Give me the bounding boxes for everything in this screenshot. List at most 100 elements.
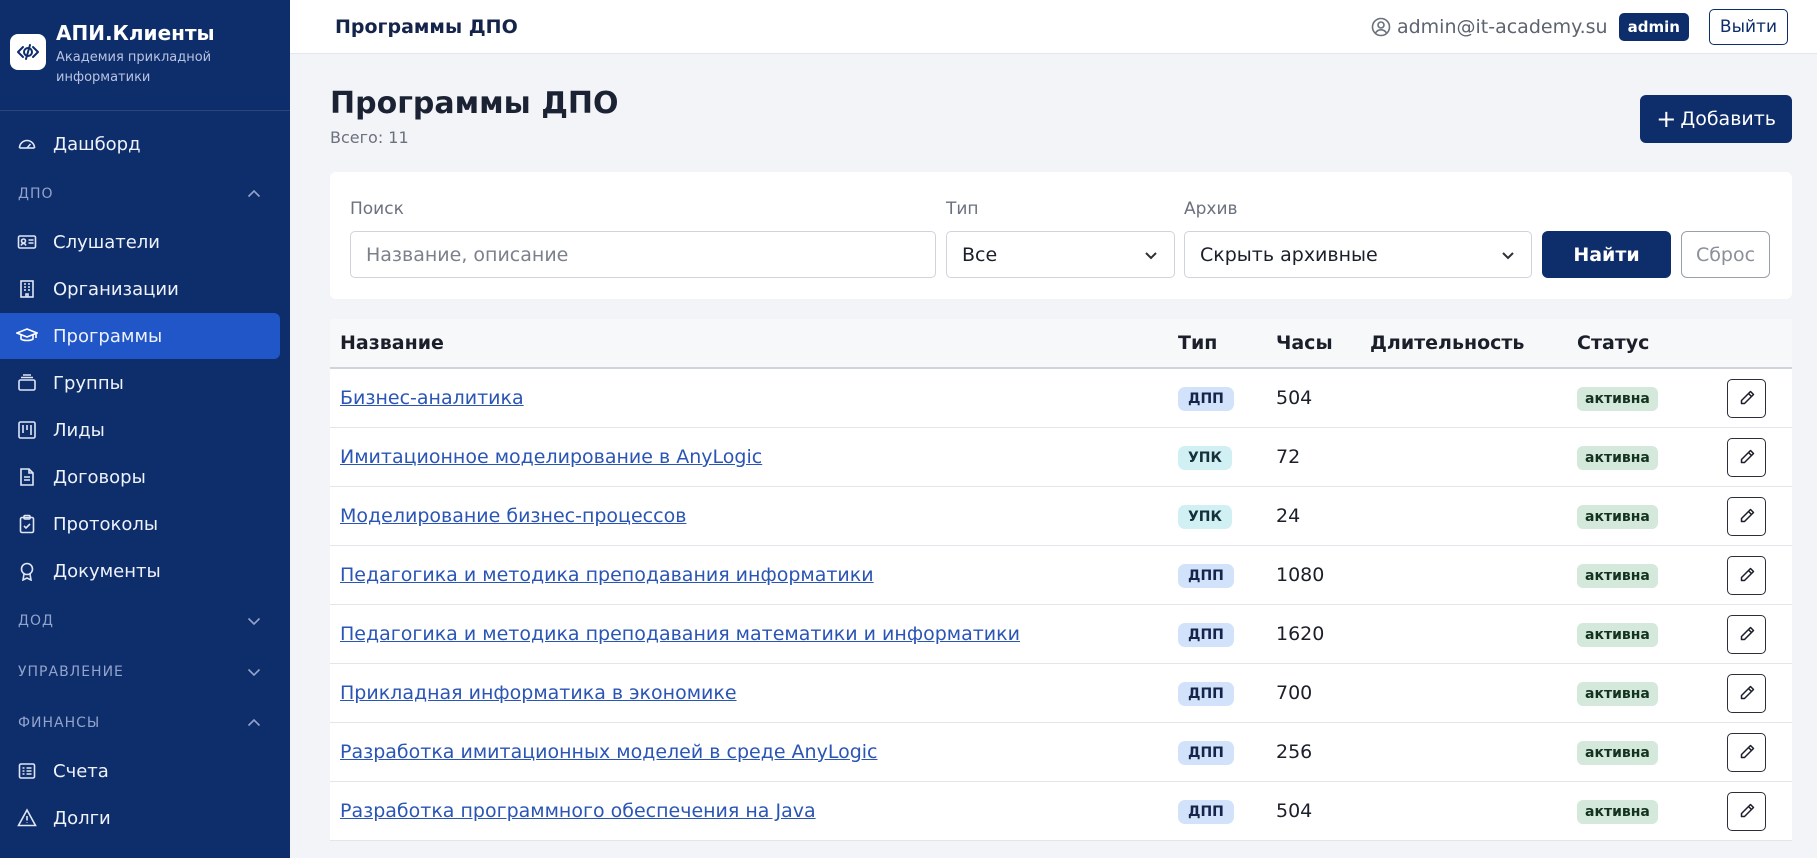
- type-badge: ДПП: [1178, 681, 1234, 706]
- type-select[interactable]: Все: [946, 231, 1175, 278]
- edit-button[interactable]: [1727, 614, 1766, 654]
- sidebar-item-label: Счета: [53, 760, 109, 782]
- table-body: Бизнес-аналитика ДПП 504 активна Имитационно…: [330, 369, 1792, 841]
- type-badge: ДПП: [1178, 563, 1234, 588]
- pencil-icon: [1738, 389, 1756, 407]
- brand[interactable]: АПИ.Клиенты Академия прикладной информат…: [0, 0, 290, 111]
- sidebar-section-label: ДОД: [18, 612, 54, 629]
- status-badge: активна: [1577, 445, 1658, 470]
- sidebar-section-label: УПРАВЛЕНИЕ: [18, 663, 124, 680]
- pencil-icon: [1738, 743, 1756, 761]
- sidebar-nav: Дашборд ДПО Слушатели Организации Программы Г…: [0, 111, 290, 841]
- program-name-link[interactable]: Прикладная информатика в экономике: [340, 682, 737, 704]
- logout-button[interactable]: Выйти: [1708, 8, 1788, 45]
- status-badge: активна: [1577, 386, 1658, 411]
- edit-button[interactable]: [1727, 732, 1766, 772]
- type-badge: ДПП: [1178, 622, 1234, 647]
- column-header-type[interactable]: Тип: [1178, 332, 1276, 354]
- sidebar-item-8[interactable]: Протоколы: [0, 501, 280, 547]
- sidebar-item-6[interactable]: Лиды: [0, 407, 280, 453]
- add-program-button[interactable]: + Добавить: [1640, 95, 1792, 143]
- search-label: Поиск: [350, 199, 404, 219]
- sidebar-section-12[interactable]: ФИНАНСЫ: [0, 697, 290, 748]
- sidebar: АПИ.Клиенты Академия прикладной информат…: [0, 0, 290, 858]
- status-badge: активна: [1577, 681, 1658, 706]
- pencil-icon: [1738, 625, 1756, 643]
- sidebar-item-14[interactable]: Долги: [0, 795, 280, 841]
- type-badge: УПК: [1178, 445, 1232, 470]
- edit-button[interactable]: [1727, 555, 1766, 595]
- sidebar-item-label: Группы: [53, 372, 124, 394]
- find-button[interactable]: Найти: [1542, 231, 1671, 278]
- sidebar-item-5[interactable]: Группы: [0, 360, 280, 406]
- status-badge: активна: [1577, 622, 1658, 647]
- edit-button[interactable]: [1727, 496, 1766, 536]
- sidebar-section-label: ДПО: [18, 185, 54, 202]
- chevron-down-icon: [1500, 247, 1516, 263]
- chevron-up-icon: [246, 715, 262, 731]
- program-name-link[interactable]: Моделирование бизнес-процессов: [340, 505, 686, 527]
- invoice-icon: [16, 760, 38, 782]
- edit-button[interactable]: [1727, 437, 1766, 477]
- hours-cell: 72: [1276, 446, 1301, 468]
- program-name-link[interactable]: Педагогика и методика преподавания матем…: [340, 623, 1020, 645]
- column-header-name[interactable]: Название: [330, 332, 1178, 354]
- status-badge: активна: [1577, 740, 1658, 765]
- table-row: Моделирование бизнес-процессов УПК 24 актив…: [330, 487, 1792, 546]
- topbar-title: Программы ДПО: [335, 15, 518, 38]
- total-count: Всего: 11: [330, 128, 409, 147]
- program-name-link[interactable]: Имитационное моделирование в AnyLogic: [340, 446, 762, 468]
- main-content: Программы ДПО Всего: 11 + Добавить Поиск…: [330, 54, 1792, 841]
- programs-table: Название Тип Часы Длительность Статус Би…: [330, 319, 1792, 841]
- reset-button[interactable]: Сброс: [1681, 231, 1770, 278]
- type-badge: УПК: [1178, 504, 1232, 529]
- sidebar-section-11[interactable]: УПРАВЛЕНИЕ: [0, 646, 290, 697]
- hours-cell: 24: [1276, 505, 1301, 527]
- table-row: Педагогика и методика преподавания инфор…: [330, 546, 1792, 605]
- program-name-link[interactable]: Бизнес-аналитика: [340, 387, 524, 409]
- document-icon: [16, 466, 38, 488]
- pencil-icon: [1738, 684, 1756, 702]
- edit-button[interactable]: [1727, 673, 1766, 713]
- column-header-duration[interactable]: Длительность: [1370, 332, 1577, 354]
- sidebar-item-13[interactable]: Счета: [0, 748, 280, 794]
- sidebar-section-1[interactable]: ДПО: [0, 168, 290, 219]
- sidebar-item-0[interactable]: Дашборд: [0, 121, 280, 167]
- search-placeholder: Название, описание: [366, 243, 569, 266]
- type-label: Тип: [946, 199, 979, 219]
- sidebar-item-label: Лиды: [53, 419, 105, 441]
- brand-title: АПИ.Клиенты: [56, 21, 215, 45]
- brand-logo-icon: [10, 34, 46, 70]
- search-input[interactable]: Название, описание: [350, 231, 936, 278]
- add-button-label: Добавить: [1680, 108, 1776, 130]
- type-badge: ДПП: [1178, 386, 1234, 411]
- edit-button[interactable]: [1727, 378, 1766, 418]
- column-header-status[interactable]: Статус: [1577, 332, 1727, 354]
- user-email: admin@it-academy.su: [1396, 15, 1608, 38]
- page-title: Программы ДПО: [330, 86, 619, 121]
- sidebar-item-label: Дашборд: [53, 133, 141, 155]
- hours-cell: 504: [1276, 387, 1313, 409]
- hours-cell: 504: [1276, 800, 1313, 822]
- hours-cell: 700: [1276, 682, 1313, 704]
- chevron-down-icon: [246, 613, 262, 629]
- sidebar-item-3[interactable]: Организации: [0, 266, 280, 312]
- sidebar-item-label: Документы: [53, 560, 161, 582]
- user-circle-icon: [1371, 17, 1391, 37]
- sidebar-section-10[interactable]: ДОД: [0, 595, 290, 646]
- program-name-link[interactable]: Педагогика и методика преподавания инфор…: [340, 564, 874, 586]
- status-badge: активна: [1577, 799, 1658, 824]
- archive-label: Архив: [1184, 199, 1238, 219]
- archive-select[interactable]: Скрыть архивные: [1184, 231, 1532, 278]
- sidebar-item-4[interactable]: Программы: [0, 313, 280, 359]
- sidebar-item-9[interactable]: Документы: [0, 548, 280, 594]
- column-header-hours[interactable]: Часы: [1276, 332, 1370, 354]
- sidebar-item-7[interactable]: Договоры: [0, 454, 280, 500]
- sidebar-item-2[interactable]: Слушатели: [0, 219, 280, 265]
- edit-button[interactable]: [1727, 791, 1766, 831]
- program-name-link[interactable]: Разработка программного обеспечения на J…: [340, 800, 816, 822]
- table-row: Педагогика и методика преподавания матем…: [330, 605, 1792, 664]
- type-select-value: Все: [962, 243, 998, 266]
- program-name-link[interactable]: Разработка имитационных моделей в среде …: [340, 741, 878, 763]
- brand-subtitle: Академия прикладной информатики: [56, 50, 212, 85]
